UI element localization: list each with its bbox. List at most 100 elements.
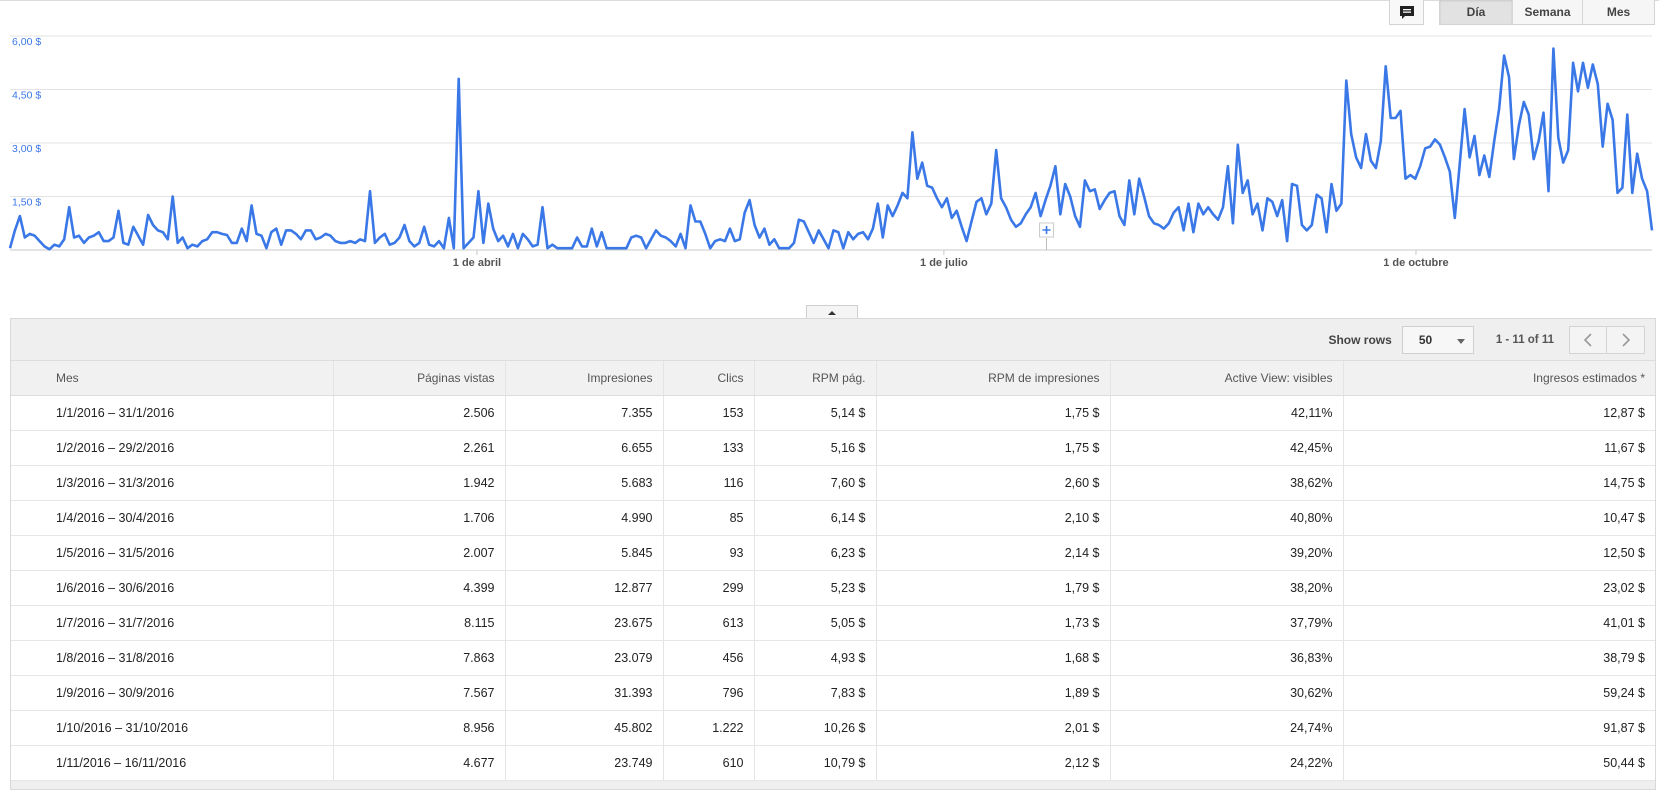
column-header-impresiones[interactable]: Impresiones [504,360,663,396]
collapse-chart-toggle[interactable] [806,305,858,319]
table-cell: 12.877 [504,570,663,606]
table-cell: 2.261 [332,430,505,466]
table-cell: 1/8/2016 – 31/8/2016 [11,640,333,676]
report-table: Mes Páginas vistas Impresiones Clics RPM… [11,360,1655,781]
table-cell: 7,83 $ [753,675,876,711]
table-cell: 91,87 $ [1342,710,1655,746]
annotation-button[interactable] [1389,0,1424,25]
column-header-active-view[interactable]: Active View: visibles [1109,360,1343,396]
table-cell: 42,45% [1109,430,1343,466]
table-row: 1/9/2016 – 30/9/2016 7.567 31.393 796 7,83 $… [11,675,1655,711]
table-cell: 613 [662,605,754,641]
table-cell: 1/3/2016 – 31/3/2016 [11,465,333,501]
table-cell: 299 [662,570,754,606]
table-row: 1/1/2016 – 31/1/2016 2.506 7.355 153 5,14 $1… [11,395,1655,431]
table-row: 1/6/2016 – 30/6/2016 4.399 12.877 299 5,23 $… [11,570,1655,606]
column-header-clics[interactable]: Clics [662,360,754,396]
table-cell: 5.845 [504,535,663,571]
table-row: 1/5/2016 – 31/5/2016 2.007 5.845 93 6,23 $2,… [11,535,1655,571]
table-cell: 7.863 [332,640,505,676]
table-cell: 45.802 [504,710,663,746]
table-cell: 1,68 $ [875,640,1110,676]
view-month-button[interactable]: Mes [1582,0,1654,24]
view-day-button[interactable]: Día [1440,0,1512,24]
table-cell: 1/9/2016 – 30/9/2016 [11,675,333,711]
table-cell: 10,79 $ [753,745,876,781]
table-row: 1/11/2016 – 16/11/2016 4.677 23.749 610 10,7… [11,745,1655,781]
table-cell: 38,20% [1109,570,1343,606]
table-cell: 1/4/2016 – 30/4/2016 [11,500,333,536]
table-cell: 85 [662,500,754,536]
column-header-rpm-impresiones[interactable]: RPM de impresiones [875,360,1110,396]
chevron-left-icon [1583,332,1592,347]
table-cell: 7.567 [332,675,505,711]
table-cell: 39,20% [1109,535,1343,571]
table-cell: 38,79 $ [1342,640,1655,676]
table-cell: 4.990 [504,500,663,536]
table-cell: 59,24 $ [1342,675,1655,711]
column-header-rpm-pag[interactable]: RPM pág. [753,360,876,396]
table-row: 1/10/2016 – 31/10/2016 8.956 45.802 1.222 10… [11,710,1655,746]
table-cell: 1.706 [332,500,505,536]
column-header-paginas-vistas[interactable]: Páginas vistas [332,360,505,396]
table-cell: 6,14 $ [753,500,876,536]
report-table-panel: Show rows 50 1 - 11 of 11 Mes Páginas vi… [10,318,1656,790]
table-cell: 4,93 $ [753,640,876,676]
table-cell: 10,26 $ [753,710,876,746]
table-cell: 8.115 [332,605,505,641]
table-cell: 14,75 $ [1342,465,1655,501]
series-line [8,47,1654,251]
table-cell: 36,83% [1109,640,1343,676]
table-cell: 2,14 $ [875,535,1110,571]
table-cell: 41,01 $ [1342,605,1655,641]
y-tick-label: 6,00 $ [12,36,41,48]
table-cell: 1/5/2016 – 31/5/2016 [11,535,333,571]
table-cell: 7.355 [504,395,663,431]
previous-page-button[interactable] [1569,325,1607,354]
table-row: 1/8/2016 – 31/8/2016 7.863 23.079 456 4,93 $… [11,640,1655,676]
y-tick-label: 1,50 $ [12,197,41,209]
table-cell: 1/10/2016 – 31/10/2016 [11,710,333,746]
x-tick-label: 1 de octubre [1383,257,1448,269]
table-cell: 23.675 [504,605,663,641]
view-week-button[interactable]: Semana [1512,0,1582,24]
table-cell: 1/11/2016 – 16/11/2016 [11,745,333,781]
table-cell: 1,75 $ [875,430,1110,466]
table-cell: 4.677 [332,745,505,781]
table-cell: 1/7/2016 – 31/7/2016 [11,605,333,641]
table-row: 1/3/2016 – 31/3/2016 1.942 5.683 116 7,60 $2… [11,465,1655,501]
table-cell: 116 [662,465,754,501]
table-cell: 4.399 [332,570,505,606]
table-cell: 2,60 $ [875,465,1110,501]
table-cell: 2,12 $ [875,745,1110,781]
comment-icon [1399,5,1414,19]
table-cell: 1/6/2016 – 30/6/2016 [11,570,333,606]
granularity-toggle: Día Semana Mes [1439,0,1655,25]
table-cell: 23.749 [504,745,663,781]
table-cell: 8.956 [332,710,505,746]
table-toolbar: Show rows 50 1 - 11 of 11 [11,319,1655,360]
column-header-mes[interactable]: Mes [11,360,333,396]
chevron-right-icon [1621,332,1630,347]
table-cell: 10,47 $ [1342,500,1655,536]
table-cell: 24,74% [1109,710,1343,746]
column-header-ingresos[interactable]: Ingresos estimados * [1342,360,1655,396]
rows-per-page-select[interactable]: 50 [1401,325,1474,354]
next-page-button[interactable] [1607,325,1645,354]
x-tick-label: 1 de abril [453,257,501,269]
table-cell: 5.683 [504,465,663,501]
table-cell: 37,79% [1109,605,1343,641]
table-cell: 1,79 $ [875,570,1110,606]
table-cell: 42,11% [1109,395,1343,431]
table-cell: 5,23 $ [753,570,876,606]
table-cell: 5,05 $ [753,605,876,641]
table-cell: 6.655 [504,430,663,466]
table-cell: 5,14 $ [753,395,876,431]
table-cell: 12,87 $ [1342,395,1655,431]
table-cell: 2.007 [332,535,505,571]
table-cell: 1/1/2016 – 31/1/2016 [11,395,333,431]
earnings-line-chart: 1,50 $ 3,00 $ 4,50 $ 6,00 $ 1 de abril 1 de j… [0,28,1659,290]
table-row: 1/7/2016 – 31/7/2016 8.115 23.675 613 5,05 $… [11,605,1655,641]
table-row: 1/2/2016 – 29/2/2016 2.261 6.655 133 5,16 $1… [11,430,1655,466]
table-cell: 31.393 [504,675,663,711]
